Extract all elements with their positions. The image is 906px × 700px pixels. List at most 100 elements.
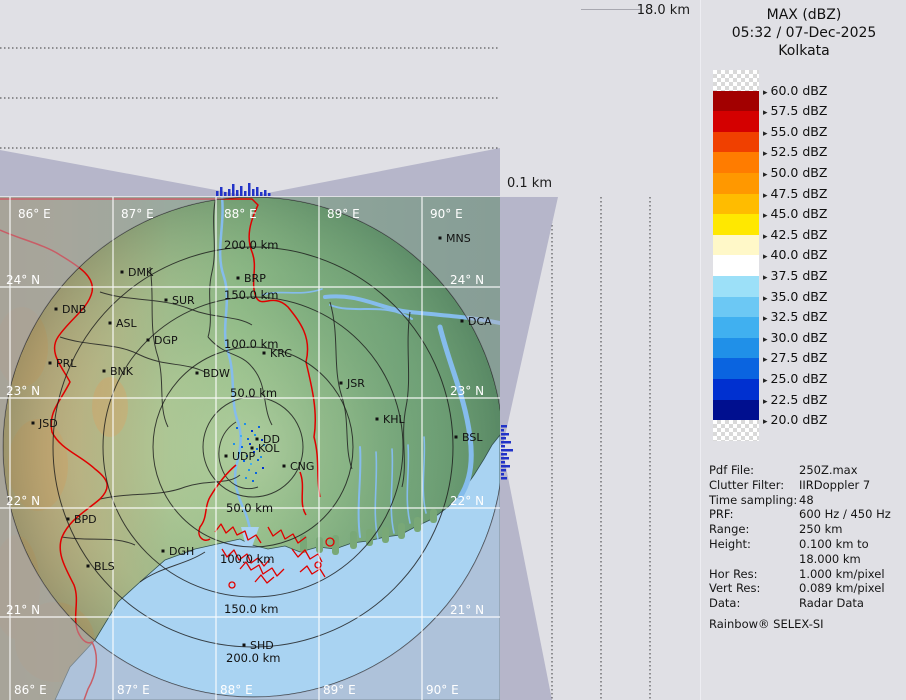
- legend-label: ▸60.0 dBZ: [763, 83, 827, 98]
- legend-swatch: [713, 173, 759, 194]
- svg-text:50.0 km: 50.0 km: [226, 501, 273, 515]
- svg-text:DGP: DGP: [154, 334, 178, 347]
- svg-text:SHD: SHD: [250, 639, 274, 652]
- metadata-row: Hor Res:1.000 km/pixel: [709, 567, 903, 582]
- svg-text:22° N: 22° N: [6, 494, 40, 508]
- svg-text:MNS: MNS: [446, 232, 471, 245]
- svg-text:86° E: 86° E: [18, 207, 51, 221]
- svg-text:SUR: SUR: [172, 294, 195, 307]
- legend-swatch-checker: [713, 420, 759, 441]
- svg-text:90° E: 90° E: [430, 207, 463, 221]
- svg-text:DGH: DGH: [169, 545, 194, 558]
- svg-text:21° N: 21° N: [450, 603, 484, 617]
- legend-label: ▸57.5 dBZ: [763, 103, 827, 118]
- svg-text:50.0 km: 50.0 km: [230, 386, 277, 400]
- svg-text:BSL: BSL: [462, 431, 483, 444]
- legend-swatch: [713, 358, 759, 379]
- svg-text:150.0 km: 150.0 km: [224, 602, 278, 616]
- svg-text:KHL: KHL: [383, 413, 405, 426]
- product-metadata: Pdf File:250Z.maxClutter Filter:IIRDoppl…: [709, 463, 903, 632]
- right-height-profile-panel: [500, 197, 700, 700]
- svg-text:23° N: 23° N: [450, 384, 484, 398]
- svg-text:BDW: BDW: [203, 367, 230, 380]
- svg-text:88° E: 88° E: [224, 207, 257, 221]
- svg-text:DCA: DCA: [468, 315, 492, 328]
- svg-text:JSR: JSR: [346, 377, 365, 390]
- svg-text:UDP: UDP: [232, 450, 256, 463]
- metadata-row: Pdf File:250Z.max: [709, 463, 903, 478]
- radar-map: 200.0 km150.0 km100.0 km50.0 km50.0 km10…: [0, 197, 500, 700]
- legend-swatch: [713, 400, 759, 421]
- svg-text:24° N: 24° N: [450, 273, 484, 287]
- svg-text:89° E: 89° E: [323, 683, 356, 697]
- svg-text:150.0 km: 150.0 km: [224, 288, 278, 302]
- svg-text:22° N: 22° N: [450, 494, 484, 508]
- svg-text:89° E: 89° E: [327, 207, 360, 221]
- top-height-profile-panel: [0, 0, 500, 197]
- radar-application-window: 18.0 km 0.1 km: [0, 0, 906, 700]
- dbz-color-scale: [713, 70, 759, 441]
- svg-text:88° E: 88° E: [220, 683, 253, 697]
- svg-text:KOL: KOL: [258, 442, 280, 455]
- legend-swatch: [713, 132, 759, 153]
- metadata-rows: Pdf File:250Z.maxClutter Filter:IIRDoppl…: [709, 463, 903, 611]
- legend-label: ▸25.0 dBZ: [763, 371, 827, 386]
- legend-label: ▸45.0 dBZ: [763, 206, 827, 221]
- legend-swatch: [713, 152, 759, 173]
- svg-text:23° N: 23° N: [6, 384, 40, 398]
- svg-text:BLS: BLS: [94, 560, 115, 573]
- metadata-row: 18.000 km: [709, 552, 903, 567]
- svg-text:PRL: PRL: [56, 357, 77, 370]
- svg-text:100.0 km: 100.0 km: [220, 552, 274, 566]
- legend-swatch: [713, 235, 759, 256]
- svg-text:86° E: 86° E: [14, 683, 47, 697]
- software-brand: Rainbow® SELEX-SI: [709, 617, 903, 632]
- legend-label: ▸30.0 dBZ: [763, 330, 827, 345]
- legend-label: ▸35.0 dBZ: [763, 289, 827, 304]
- legend-label: ▸22.5 dBZ: [763, 392, 827, 407]
- svg-text:24° N: 24° N: [6, 273, 40, 287]
- legend-swatch: [713, 379, 759, 400]
- legend-label: ▸20.0 dBZ: [763, 412, 827, 427]
- svg-text:DNB: DNB: [62, 303, 86, 316]
- legend-label: ▸40.0 dBZ: [763, 247, 827, 262]
- height-scale-max-label: 18.0 km: [637, 3, 690, 18]
- legend-label: ▸27.5 dBZ: [763, 350, 827, 365]
- info-panel: MAX (dBZ) 05:32 / 07-Dec-2025 Kolkata ▸6…: [700, 0, 906, 700]
- legend-label: ▸47.5 dBZ: [763, 186, 827, 201]
- metadata-row: Clutter Filter:IIRDoppler 7: [709, 478, 903, 493]
- svg-text:JSD: JSD: [38, 417, 58, 430]
- svg-text:ASL: ASL: [116, 317, 138, 330]
- legend-label: ▸32.5 dBZ: [763, 309, 827, 324]
- legend-swatch: [713, 111, 759, 132]
- svg-text:BRP: BRP: [244, 272, 266, 285]
- metadata-row: Data:Radar Data: [709, 596, 903, 611]
- legend-swatch: [713, 276, 759, 297]
- svg-text:CNG: CNG: [290, 460, 314, 473]
- legend-swatch: [713, 317, 759, 338]
- radar-station-name: Kolkata: [701, 42, 906, 60]
- svg-text:DMK: DMK: [128, 266, 154, 279]
- legend-label: ▸50.0 dBZ: [763, 165, 827, 180]
- metadata-row: Range:250 km: [709, 522, 903, 537]
- legend-swatch: [713, 297, 759, 318]
- legend-swatch: [713, 194, 759, 215]
- legend-swatch: [713, 91, 759, 112]
- product-name: MAX (dBZ): [701, 6, 906, 24]
- svg-text:BPD: BPD: [74, 513, 97, 526]
- metadata-row: Time sampling:48: [709, 493, 903, 508]
- legend-swatch-checker: [713, 70, 759, 91]
- svg-text:200.0 km: 200.0 km: [224, 238, 278, 252]
- metadata-row: Vert Res:0.089 km/pixel: [709, 581, 903, 596]
- svg-text:200.0 km: 200.0 km: [226, 651, 280, 665]
- legend-swatch: [713, 214, 759, 235]
- metadata-row: PRF:600 Hz / 450 Hz: [709, 507, 903, 522]
- legend-swatch: [713, 255, 759, 276]
- legend-label: ▸52.5 dBZ: [763, 144, 827, 159]
- product-title-block: MAX (dBZ) 05:32 / 07-Dec-2025 Kolkata: [701, 6, 906, 60]
- svg-text:21° N: 21° N: [6, 603, 40, 617]
- legend-label: ▸37.5 dBZ: [763, 268, 827, 283]
- product-datetime: 05:32 / 07-Dec-2025: [701, 24, 906, 42]
- scale-tick-line: [581, 9, 641, 10]
- svg-text:90° E: 90° E: [426, 683, 459, 697]
